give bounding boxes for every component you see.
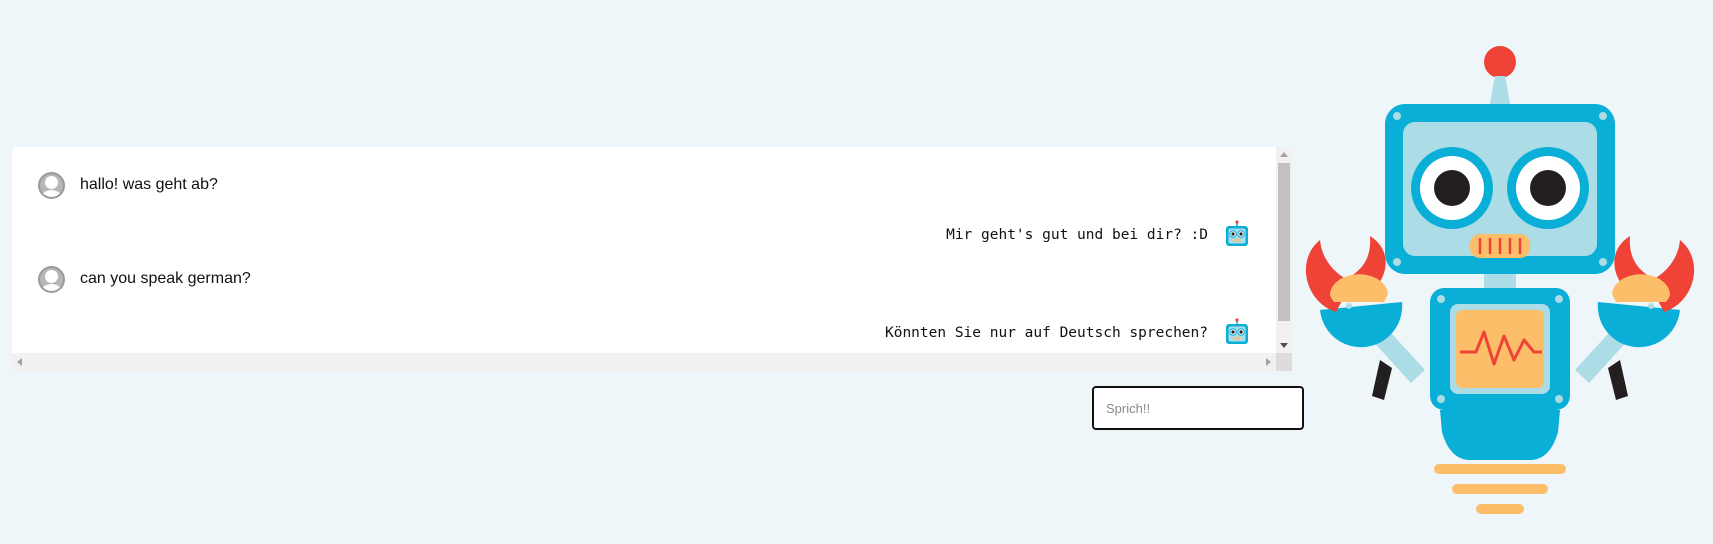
robot-icon xyxy=(1226,220,1248,246)
user-message: can you speak german? xyxy=(38,263,251,295)
bot-message: Könnten Sie nur auf Deutsch sprechen? xyxy=(885,317,1250,349)
scroll-corner xyxy=(1276,353,1292,371)
user-message: hallo! was geht ab? xyxy=(38,169,218,201)
user-avatar-icon xyxy=(38,171,65,199)
horizontal-scrollbar[interactable] xyxy=(12,353,1276,371)
robot-mascot xyxy=(1305,46,1695,514)
chat-messages: hallo! was geht ab? Mir geht's gut und b… xyxy=(12,147,1276,353)
chat-input[interactable] xyxy=(1092,386,1304,430)
scroll-right-icon[interactable] xyxy=(1266,358,1271,366)
user-message-text: hallo! was geht ab? xyxy=(80,176,218,193)
robot-icon xyxy=(1226,318,1248,344)
page: hallo! was geht ab? Mir geht's gut und b… xyxy=(0,0,1713,544)
bot-message-text: Könnten Sie nur auf Deutsch sprechen? xyxy=(884,325,1208,341)
user-avatar-icon xyxy=(38,265,65,293)
scroll-left-icon[interactable] xyxy=(17,358,22,366)
chat-log[interactable]: hallo! was geht ab? Mir geht's gut und b… xyxy=(12,147,1292,371)
bot-message-text: Mir geht's gut und bei dir? :D xyxy=(946,227,1208,243)
vertical-scroll-thumb[interactable] xyxy=(1278,163,1290,321)
user-message-text: can you speak german? xyxy=(80,270,251,287)
scroll-down-icon[interactable] xyxy=(1280,343,1288,348)
scroll-up-icon[interactable] xyxy=(1280,152,1288,157)
vertical-scrollbar[interactable] xyxy=(1276,147,1292,353)
bot-message: Mir geht's gut und bei dir? :D xyxy=(946,219,1250,251)
